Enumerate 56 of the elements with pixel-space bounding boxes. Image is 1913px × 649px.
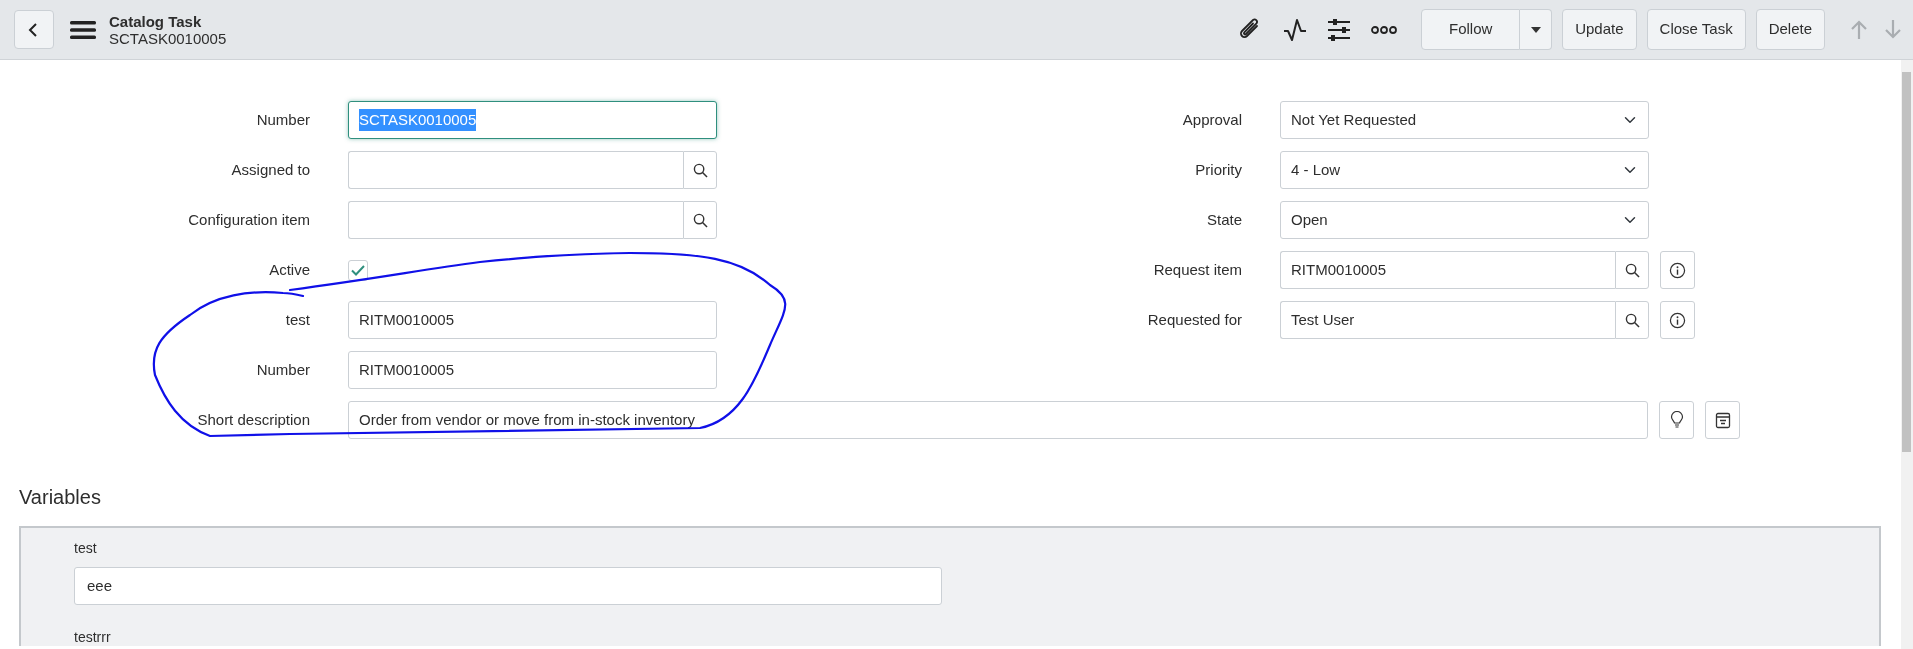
caret-icon [1530, 27, 1541, 34]
settings-sliders-icon[interactable] [1327, 17, 1352, 42]
lookup-button[interactable] [683, 151, 717, 189]
text-field[interactable]: RITM0010005 [348, 351, 717, 389]
action-button[interactable]: Delete [1755, 9, 1825, 50]
suggestion-button[interactable] [1659, 401, 1694, 439]
dropdown-field[interactable]: Not Yet Requested [1280, 101, 1649, 139]
activity-icon[interactable] [1283, 17, 1308, 42]
text-field[interactable]: Order from vendor or move from in-stock inventory [348, 401, 1648, 439]
menu-icon[interactable] [70, 20, 96, 39]
field-label: test [74, 539, 98, 558]
knowledge-button[interactable] [1705, 401, 1740, 439]
info-button[interactable] [1660, 251, 1695, 289]
field-label: Number [255, 359, 311, 380]
more-icon[interactable] [1371, 24, 1398, 35]
field-label: testrrr [74, 628, 112, 647]
field-label: Priority [1194, 159, 1243, 180]
info-icon [1669, 311, 1686, 329]
dropdown-toggle[interactable] [1520, 9, 1553, 50]
back-button[interactable] [14, 10, 54, 49]
reference-field[interactable] [348, 151, 683, 189]
dropdown-field[interactable]: 4 - Low [1280, 151, 1649, 189]
reference-field[interactable]: Test User [1280, 301, 1615, 339]
text-field[interactable]: eee [74, 567, 942, 605]
field-label: Requested for [1146, 309, 1243, 330]
book-icon [1714, 411, 1731, 429]
field-label: State [1205, 209, 1243, 230]
checkbox[interactable] [348, 259, 368, 281]
search-icon [692, 162, 708, 178]
lightbulb-icon [1669, 411, 1684, 429]
action-button[interactable]: Update [1562, 9, 1637, 50]
field-label: Approval [1181, 109, 1243, 130]
lookup-button[interactable] [683, 201, 717, 239]
search-icon [1624, 312, 1640, 328]
lookup-button[interactable] [1615, 301, 1649, 339]
lookup-button[interactable] [1615, 251, 1649, 289]
field-label: Short description [196, 409, 311, 430]
page-title: Catalog Task [109, 12, 203, 30]
info-button[interactable] [1660, 301, 1695, 339]
action-button[interactable]: Close Task [1646, 9, 1746, 50]
field-label: test [284, 309, 311, 330]
reference-field[interactable] [348, 201, 683, 239]
section-heading: Variables [19, 485, 102, 509]
field-label: Request item [1152, 259, 1243, 280]
field-label: Configuration item [187, 209, 311, 230]
search-icon [692, 212, 708, 228]
text-field[interactable]: RITM0010005 [348, 301, 717, 339]
field-label: Number [255, 109, 311, 130]
reference-field[interactable]: RITM0010005 [1280, 251, 1615, 289]
field-label: Active [268, 259, 311, 280]
dropdown-field[interactable]: Open [1280, 201, 1649, 239]
follow-button[interactable]: Follow [1421, 9, 1521, 50]
search-icon [1624, 262, 1640, 278]
record-number: SCTASK0010005 [109, 29, 227, 47]
info-icon [1669, 261, 1686, 279]
field-label: Assigned to [230, 159, 311, 180]
